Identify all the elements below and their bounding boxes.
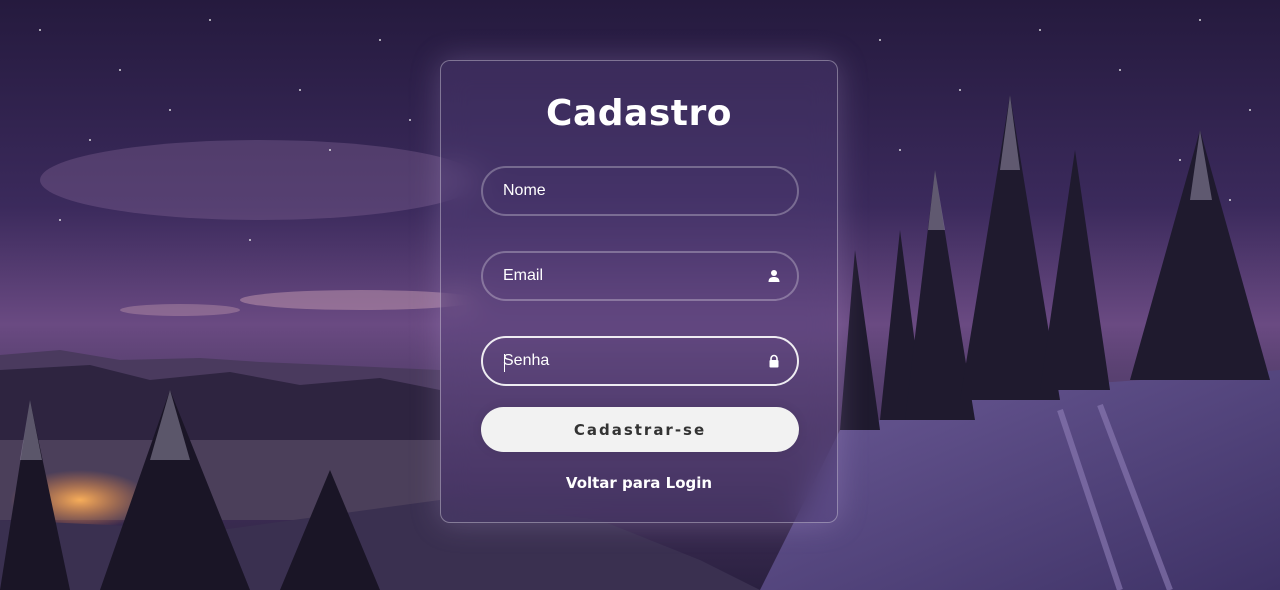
user-icon: [768, 270, 780, 282]
signup-card: Cadastro Cadastrar-se Voltar para Login: [440, 60, 838, 523]
password-input[interactable]: [483, 338, 797, 384]
signup-button[interactable]: Cadastrar-se: [481, 407, 799, 452]
email-field[interactable]: [481, 251, 799, 301]
password-field[interactable]: [481, 336, 799, 386]
text-cursor: [504, 354, 505, 372]
back-to-login-link[interactable]: Voltar para Login: [441, 474, 837, 492]
name-field[interactable]: [481, 166, 799, 216]
lock-icon: [769, 354, 779, 368]
form-title: Cadastro: [546, 93, 732, 134]
name-input[interactable]: [483, 168, 797, 214]
email-input[interactable]: [483, 253, 797, 299]
background-scene: Cadastro Cadastrar-se Voltar para Login: [0, 0, 1280, 590]
